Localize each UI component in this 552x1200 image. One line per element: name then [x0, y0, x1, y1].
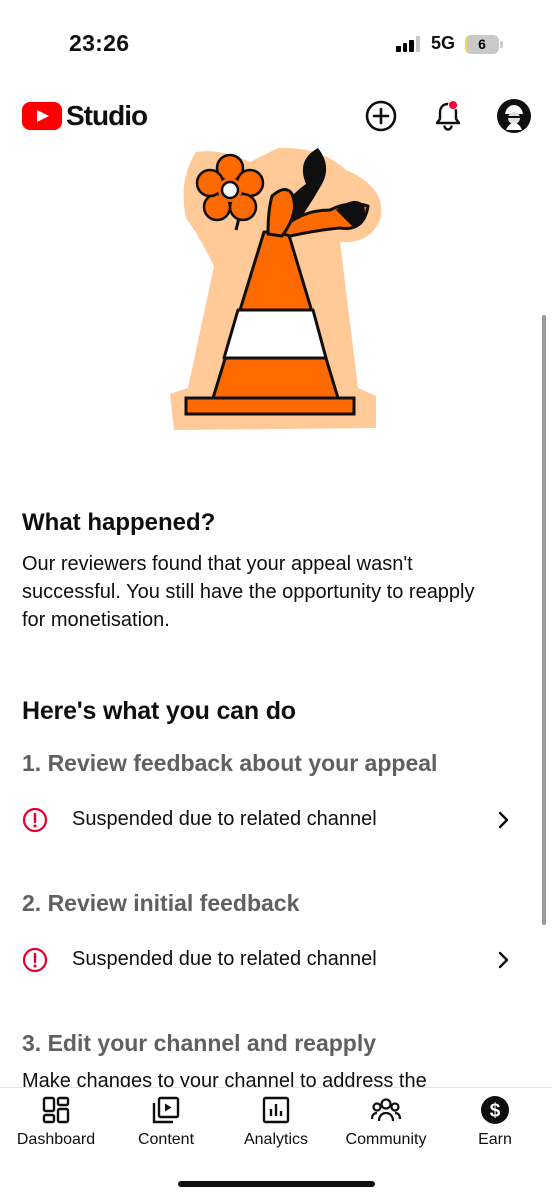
initial-feedback-label: Suspended due to related channel [72, 948, 377, 970]
create-icon [365, 100, 397, 132]
battery-level: 6 [478, 36, 486, 52]
status-time: 23:26 [69, 30, 130, 56]
studio-logo[interactable]: Studio [22, 100, 148, 132]
chevron-right-icon [498, 811, 509, 829]
earn-icon: $ [481, 1096, 509, 1124]
dashboard-icon [42, 1096, 70, 1124]
account-avatar[interactable] [496, 98, 532, 134]
notification-badge [448, 100, 458, 110]
chevron-right-icon [498, 951, 509, 969]
initial-feedback-row[interactable]: Suspended due to related channel [0, 935, 552, 985]
youtube-logo-icon [22, 102, 62, 130]
nav-content-label: Content [137, 1131, 195, 1148]
what-happened-body: Our reviewers found that your appeal was… [22, 553, 475, 631]
create-button[interactable] [363, 98, 399, 134]
nav-dashboard[interactable]: Dashboard [1, 1094, 111, 1149]
battery-icon: 6 [465, 35, 499, 54]
actions-heading: Here's what you can do [22, 697, 296, 725]
analytics-icon [262, 1096, 290, 1124]
nav-earn-label: Earn [478, 1131, 512, 1148]
traffic-cone-illustration [170, 147, 382, 430]
nav-dashboard-label: Dashboard [16, 1131, 96, 1148]
step-1-title: 1. Review feedback about your appeal [22, 750, 438, 776]
nav-community[interactable]: Community [331, 1094, 441, 1149]
appeal-feedback-label: Suspended due to related channel [72, 808, 377, 830]
nav-community-label: Community [345, 1131, 427, 1148]
step-2-title: 2. Review initial feedback [22, 890, 300, 916]
nav-earn[interactable]: $ Earn [440, 1094, 550, 1149]
warning-icon [22, 947, 48, 973]
nav-content[interactable]: Content [111, 1094, 221, 1149]
content-icon [152, 1096, 180, 1124]
status-bar: 23:26 5G 6 [0, 0, 552, 80]
svg-text:$: $ [490, 1101, 501, 1122]
warning-icon [22, 807, 48, 833]
notifications-button[interactable] [430, 98, 466, 134]
brand-name: Studio [66, 100, 148, 131]
home-indicator[interactable] [178, 1181, 375, 1187]
signal-icon [396, 36, 422, 52]
appeal-feedback-row[interactable]: Suspended due to related channel [0, 795, 552, 845]
app-header: Studio [0, 86, 552, 146]
avatar [497, 99, 531, 133]
network-type: 5G [431, 33, 456, 53]
nav-analytics-label: Analytics [243, 1131, 309, 1148]
step-3-title: 3. Edit your channel and reapply [22, 1030, 377, 1056]
community-icon [370, 1098, 402, 1122]
battery-tip [500, 41, 503, 48]
nav-analytics[interactable]: Analytics [221, 1094, 331, 1149]
what-happened-heading: What happened? [22, 509, 216, 536]
